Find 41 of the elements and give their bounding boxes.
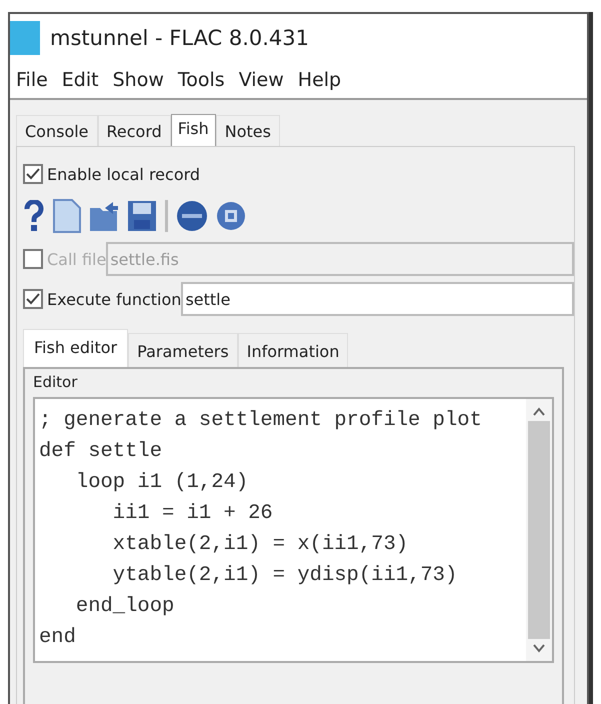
scroll-up-icon[interactable] bbox=[533, 407, 545, 417]
window-title: mstunnel - FLAC 8.0.431 bbox=[50, 26, 309, 50]
checkbox-label: Enable local record bbox=[46, 164, 200, 184]
group-title: Editor bbox=[33, 373, 78, 391]
code-line: end bbox=[39, 625, 77, 651]
open-folder-icon[interactable] bbox=[89, 200, 119, 232]
code-line: end_loop bbox=[74, 594, 176, 620]
code-editor[interactable]: ; generate a settlement profile plot def settle loop i1 (1,24) ii1 = i1 + 26 xtable(2,i1) = x(ii1,73) ytable(2,i1) = ydisp(ii1,73) end_loop end bbox=[33, 397, 554, 663]
app-icon bbox=[10, 21, 40, 55]
code-line: ii1 = i1 + 26 bbox=[112, 501, 274, 527]
menu-item[interactable]: Show bbox=[112, 69, 164, 91]
code-line: ; generate a settlement profile plot bbox=[39, 408, 483, 434]
tab[interactable]: Record bbox=[98, 115, 171, 146]
checkbox-label: Execute function bbox=[46, 290, 182, 308]
menu-item[interactable]: Tools bbox=[178, 69, 225, 91]
help-icon[interactable] bbox=[23, 200, 45, 232]
tab[interactable]: Fish editor bbox=[23, 329, 128, 367]
code-line: def settle bbox=[39, 439, 164, 465]
checkbox[interactable] bbox=[23, 289, 43, 309]
tab[interactable]: Notes bbox=[216, 115, 280, 146]
tab[interactable]: Fish bbox=[170, 114, 216, 146]
new-file-icon[interactable] bbox=[53, 199, 81, 233]
scroll-down-icon[interactable] bbox=[533, 643, 545, 653]
code-line: loop i1 (1,24) bbox=[74, 470, 250, 496]
save-icon[interactable] bbox=[127, 200, 157, 232]
scroll-thumb[interactable] bbox=[528, 421, 550, 639]
tab[interactable]: Console bbox=[16, 115, 98, 146]
menu-item[interactable]: Edit bbox=[62, 69, 99, 91]
menu-item[interactable]: View bbox=[238, 69, 284, 91]
tab[interactable]: Parameters bbox=[128, 333, 238, 367]
checkbox[interactable] bbox=[23, 249, 43, 269]
checkbox[interactable] bbox=[23, 164, 43, 184]
stop-circle-icon[interactable] bbox=[176, 200, 208, 232]
code-line: ytable(2,i1) = ydisp(ii1,73) bbox=[112, 563, 458, 589]
checkbox-label: Call file bbox=[46, 250, 106, 268]
scrollbar[interactable] bbox=[526, 399, 552, 661]
code-line: xtable(2,i1) = x(ii1,73) bbox=[112, 532, 410, 558]
menu-item[interactable]: File bbox=[16, 69, 48, 91]
tab[interactable]: Information bbox=[238, 333, 348, 367]
function-name-field[interactable]: settle bbox=[181, 282, 574, 316]
menu-item[interactable]: Help bbox=[298, 69, 342, 91]
